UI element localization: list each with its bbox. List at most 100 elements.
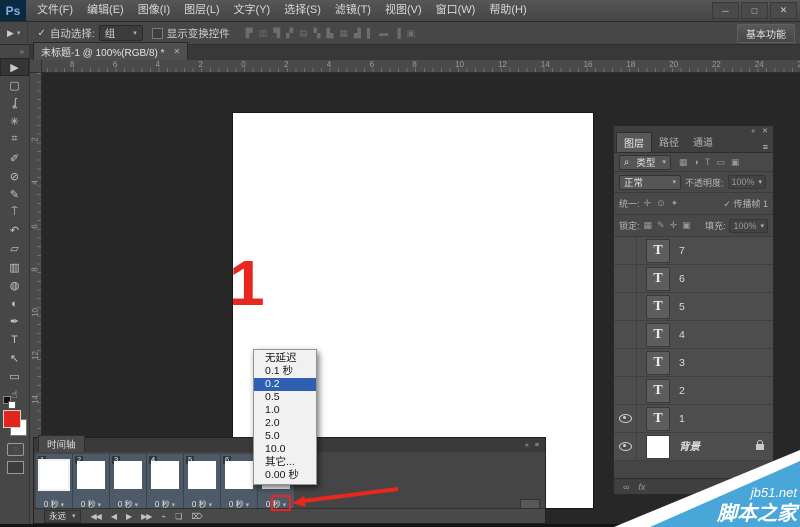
lock-position-icon[interactable]: ✛ (670, 220, 678, 231)
layer-visibility-toggle[interactable] (614, 405, 637, 432)
layer-row[interactable]: T 1 (614, 405, 773, 433)
menubar-item[interactable]: 编辑(E) (80, 0, 131, 21)
align-icon[interactable]: ▞ (286, 28, 293, 39)
delay-menu-item[interactable]: 1.0 (254, 404, 316, 417)
menubar-item[interactable]: 图层(L) (177, 0, 226, 21)
blend-mode-dropdown[interactable]: 正常 ▾ (619, 175, 681, 190)
menubar-item[interactable]: 图像(I) (131, 0, 177, 21)
show-transform-checkbox[interactable] (152, 28, 163, 39)
lasso-tool[interactable]: ʆ (0, 94, 29, 112)
filter-kind-dropdown[interactable]: ⌕ 类型 ▾ (619, 155, 671, 170)
filter-type-layers-icon[interactable]: T (705, 157, 711, 168)
animation-frame[interactable]: 5 0 秒▾ (184, 454, 221, 512)
align-icon[interactable]: ▣ (407, 28, 416, 39)
frame-thumbnail[interactable] (151, 461, 179, 489)
quick-mask-button[interactable]: ◌ (7, 443, 24, 456)
delay-menu-item[interactable]: 0.2 (254, 378, 316, 391)
filter-adjustment-layers-icon[interactable]: ◑ (693, 157, 698, 168)
align-icon[interactable]: ▥ (259, 28, 268, 39)
gradient-tool[interactable]: ▥ (0, 258, 29, 276)
eraser-tool[interactable]: ▱ (0, 240, 29, 258)
move-tool[interactable]: ▶ (0, 58, 29, 76)
lock-image-pixels-icon[interactable]: ✎ (657, 220, 665, 231)
align-icon[interactable]: ▦ (339, 28, 348, 39)
menubar-item[interactable]: 选择(S) (277, 0, 328, 21)
delay-menu-item[interactable]: 0.1 秒 (254, 365, 316, 378)
panel-menu-icon[interactable]: ≡ (758, 142, 773, 152)
unify-visibility-icon[interactable]: ⊙ (657, 198, 665, 209)
layer-thumbnail[interactable]: T (646, 379, 670, 403)
eyedropper-tool[interactable]: ✐ (0, 149, 29, 167)
frame-thumbnail[interactable] (114, 461, 142, 489)
layer-visibility-toggle[interactable] (614, 349, 637, 376)
layer-visibility-toggle[interactable] (614, 377, 637, 404)
layer-row[interactable]: T 7 (614, 237, 773, 265)
propagate-checkbox[interactable]: ✓ 传播帧 1 (723, 197, 768, 210)
tween-button[interactable]: ⌁ (161, 512, 165, 521)
close-icon[interactable]: ✕ (174, 47, 181, 56)
document-tab[interactable]: 未标题-1 @ 100%(RGB/8) * ✕ (33, 42, 188, 60)
dodge-tool[interactable]: ◐ (0, 294, 29, 312)
filter-pixel-layers-icon[interactable]: ▦ (679, 157, 688, 168)
loop-count-dropdown[interactable]: 永远 ▾ (44, 510, 81, 523)
delay-menu-item[interactable]: 0.00 秒 (254, 469, 316, 482)
auto-select-dropdown[interactable]: 组 ▾ (99, 25, 143, 41)
menubar-item[interactable]: 文字(Y) (227, 0, 278, 21)
layer-thumbnail[interactable]: T (646, 323, 670, 347)
unify-style-icon[interactable]: ✦ (671, 198, 679, 209)
align-icon[interactable]: ▚ (314, 28, 321, 39)
timeline-tab[interactable]: 时间轴 (38, 435, 85, 452)
delay-menu-item[interactable]: 2.0 (254, 417, 316, 430)
menubar-item[interactable]: 视图(V) (378, 0, 429, 21)
delay-menu-item[interactable]: 其它... (254, 456, 316, 469)
align-icon[interactable]: ▬ (379, 28, 388, 39)
delete-frame-button[interactable]: ⌦ (191, 512, 201, 521)
panel-tab[interactable]: 通道 (686, 132, 720, 152)
align-icon[interactable]: ▟ (354, 28, 361, 39)
layer-visibility-toggle[interactable] (614, 293, 637, 320)
history-brush-tool[interactable]: ↶ (0, 222, 29, 240)
healing-brush-tool[interactable]: ⊘ (0, 167, 29, 185)
align-icon[interactable]: ▐ (394, 28, 400, 39)
swap-colors-icon[interactable] (8, 401, 16, 409)
toolbox-collapse-icon[interactable]: » (0, 45, 29, 58)
panel-menu-icon[interactable]: ≡ (535, 442, 539, 449)
layer-thumbnail[interactable]: T (646, 267, 670, 291)
rectangle-tool[interactable]: ▭ (0, 367, 29, 385)
layer-row[interactable]: T 4 (614, 321, 773, 349)
layer-thumbnail[interactable]: T (646, 295, 670, 319)
layer-row[interactable]: T 5 (614, 293, 773, 321)
type-tool[interactable]: T (0, 331, 29, 349)
filter-shape-layers-icon[interactable]: ▭ (716, 157, 725, 168)
lock-all-icon[interactable]: ▣ (682, 220, 691, 231)
layer-row[interactable]: T 3 (614, 349, 773, 377)
align-icon[interactable]: ▌ (367, 28, 373, 39)
close-icon[interactable]: ✕ (762, 127, 768, 135)
collapse-panel-icon[interactable]: « (525, 442, 529, 449)
align-icon[interactable]: ▙ (326, 28, 333, 39)
tool-preset-picker[interactable]: ▶ ▾ (0, 22, 28, 44)
menubar-item[interactable]: 滤镜(T) (328, 0, 378, 21)
previous-frame-button[interactable]: ◀ (111, 512, 116, 521)
animation-frame[interactable]: 2 0 秒▾ (73, 454, 110, 512)
menubar-item[interactable]: 窗口(W) (429, 0, 483, 21)
panel-tab[interactable]: 图层 (616, 132, 652, 152)
panel-tab[interactable]: 路径 (652, 132, 686, 152)
frame-thumbnail[interactable] (188, 461, 216, 489)
crop-tool[interactable]: ⌗ (0, 131, 29, 149)
screen-mode-button[interactable] (7, 461, 24, 474)
align-icon[interactable]: ▜ (273, 28, 280, 39)
duplicate-frame-button[interactable]: ❏ (175, 512, 181, 521)
frame-thumbnail[interactable] (77, 461, 105, 489)
menubar-item[interactable]: 文件(F) (30, 0, 80, 21)
unify-position-icon[interactable]: ✛ (644, 198, 652, 209)
animation-frame[interactable]: 4 0 秒▾ (147, 454, 184, 512)
delay-menu-item[interactable]: 5.0 (254, 430, 316, 443)
delay-menu-item[interactable]: 0.5 (254, 391, 316, 404)
frame-thumbnail[interactable] (225, 461, 253, 489)
menubar-item[interactable]: 帮助(H) (482, 0, 533, 21)
workspace-button[interactable]: 基本功能 (737, 24, 795, 43)
brush-tool[interactable]: ✎ (0, 185, 29, 203)
layer-thumbnail[interactable]: T (646, 351, 670, 375)
layer-visibility-toggle[interactable] (614, 237, 637, 264)
